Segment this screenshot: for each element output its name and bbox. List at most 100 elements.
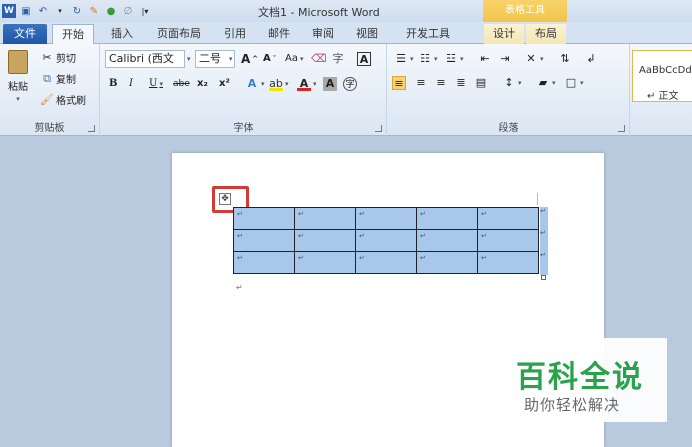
increase-indent-button[interactable]: ⇥ (498, 52, 512, 66)
distributed-button[interactable]: ▤ (474, 76, 488, 90)
undo-icon[interactable]: ↶ (36, 4, 50, 18)
table-cell[interactable]: ↵ (294, 229, 356, 252)
table-cell[interactable]: ↵ (355, 251, 417, 274)
table-row: ↵ ↵ ↵ ↵ ↵ (233, 251, 539, 274)
decrease-indent-button[interactable]: ⇤ (478, 52, 492, 66)
tab-developer[interactable]: 开发工具 (398, 24, 458, 44)
chevron-down-icon[interactable]: ▾ (187, 55, 191, 63)
clear-formatting-button[interactable]: ⌫ (311, 52, 327, 66)
highlight-button[interactable]: ab ▾ (269, 77, 289, 91)
table-cell[interactable]: ↵ (233, 251, 295, 274)
copy-button[interactable]: ⧉ 复制 (40, 71, 76, 87)
chevron-down-icon[interactable]: ▾ (229, 55, 233, 63)
table-cell[interactable]: ↵ (294, 251, 356, 274)
table-cell[interactable]: ↵ (233, 207, 295, 230)
watermark-subtitle: 助你轻松解决 (524, 396, 621, 414)
customize-icon[interactable]: |▾ (138, 4, 152, 18)
tab-file[interactable]: 文件 (3, 24, 47, 44)
subscript-button[interactable]: x₂ (197, 78, 208, 89)
character-border-button[interactable]: A (357, 52, 371, 66)
distributed-icon: ▤ (475, 76, 487, 89)
phonetic-guide-button[interactable]: 字 (331, 52, 345, 66)
tab-home[interactable]: 开始 (52, 24, 94, 44)
format-painter-icon[interactable]: ✎ (87, 4, 101, 18)
scissors-icon: ✂ (42, 50, 52, 64)
redo-icon[interactable]: ↻ (70, 4, 84, 18)
chevron-down-icon: ▾ (552, 79, 556, 87)
chinese-layout-button[interactable]: ✕ ▾ (524, 52, 543, 66)
borders-button[interactable]: □ ▾ (564, 76, 584, 90)
superscript-button[interactable]: x² (219, 78, 230, 89)
dialog-launcher-icon[interactable] (618, 125, 625, 132)
italic-button[interactable]: I (129, 78, 133, 89)
chevron-down-icon: ▾ (580, 79, 584, 87)
enclose-characters-button[interactable]: 字 (343, 77, 357, 91)
text-effects-button[interactable]: A ▾ (245, 77, 265, 91)
font-name-select[interactable]: Calibri (西文 (105, 50, 185, 68)
align-center-button[interactable]: ≡ (414, 76, 428, 90)
grow-font-button[interactable]: A ^ (241, 52, 258, 66)
tab-design[interactable]: 设计 (484, 24, 524, 44)
spell-icon[interactable]: ● (104, 4, 118, 18)
document-table[interactable]: ↵ ↵ ↵ ↵ ↵ ↵ ↵ ↵ ↵ ↵ ↵ ↵ ↵ ↵ ↵ (233, 207, 539, 274)
save-icon[interactable]: ▣ (19, 4, 33, 18)
highlighter-icon: ab (269, 77, 283, 91)
word-logo-icon[interactable]: W (2, 4, 16, 18)
align-right-button[interactable]: ≡ (434, 76, 448, 90)
tab-mailings[interactable]: 邮件 (262, 24, 296, 44)
paragraph-group-label: 段落 (498, 123, 519, 134)
cut-button[interactable]: ✂ 剪切 (40, 50, 76, 66)
shading-button[interactable]: ▰ ▾ (536, 76, 556, 90)
multilevel-list-button[interactable]: ☳ ▾ (444, 52, 463, 66)
align-left-button[interactable]: ≡ (392, 76, 406, 90)
tab-view[interactable]: 视图 (350, 24, 384, 44)
justify-button[interactable]: ≣ (454, 76, 468, 90)
sort-button[interactable]: ⇅ (558, 52, 572, 66)
brush-icon: 🖌 (40, 92, 54, 106)
strikethrough-button[interactable]: abe (173, 79, 190, 89)
underline-button[interactable]: U ▾ (149, 78, 163, 89)
align-right-icon: ≡ (436, 76, 446, 89)
table-cell[interactable]: ↵ (477, 229, 539, 252)
erase-icon[interactable]: ∅ (121, 4, 135, 18)
change-case-button[interactable]: Aa ▾ (285, 53, 303, 64)
chevron-down-icon[interactable]: ▾ (53, 4, 67, 18)
tab-review[interactable]: 审阅 (306, 24, 340, 44)
shrink-font-button[interactable]: Aˇ (263, 53, 276, 64)
character-shading-button[interactable]: A (323, 77, 337, 91)
clipboard-group-label: 剪贴板 (34, 123, 65, 134)
table-cell[interactable]: ↵ (477, 207, 539, 230)
bullets-button[interactable]: ☰ ▾ (394, 52, 413, 66)
style-name-label: ↵ 正文 (647, 91, 679, 102)
show-marks-button[interactable]: ↲ (584, 52, 598, 66)
table-cell[interactable]: ↵ (233, 229, 295, 252)
format-painter-button[interactable]: 🖌 格式刷 (40, 92, 86, 108)
tab-references[interactable]: 引用 (218, 24, 252, 44)
table-resize-handle[interactable] (541, 275, 546, 280)
table-cell[interactable]: ↵ (477, 251, 539, 274)
dialog-launcher-icon[interactable] (88, 125, 95, 132)
paste-button[interactable]: 粘贴 ▾ (4, 50, 32, 103)
table-cell[interactable]: ↵ (355, 207, 417, 230)
quick-access-toolbar: W ▣ ↶ ▾ ↻ ✎ ● ∅ |▾ (2, 2, 152, 20)
table-cell[interactable]: ↵ (416, 207, 478, 230)
tab-layout[interactable]: 布局 (526, 24, 566, 44)
window-title: 文档1 - Microsoft Word (258, 6, 380, 19)
row-end-marks: ↵ ↵ ↵ (540, 207, 548, 275)
style-normal[interactable]: AaBbCcDd ↵ 正文 (632, 50, 692, 102)
bold-button[interactable]: B (109, 78, 117, 89)
numbering-button[interactable]: ☷ ▾ (418, 52, 437, 66)
font-color-button[interactable]: A ▾ (297, 77, 317, 91)
tab-insert[interactable]: 插入 (104, 24, 140, 44)
table-cell[interactable]: ↵ (355, 229, 417, 252)
row-end-mark: ↵ (540, 207, 546, 215)
dialog-launcher-icon[interactable] (375, 125, 382, 132)
increase-indent-icon: ⇥ (500, 52, 510, 65)
line-spacing-button[interactable]: ↕ ▾ (502, 76, 521, 90)
tab-page-layout[interactable]: 页面布局 (150, 24, 208, 44)
table-cell[interactable]: ↵ (416, 229, 478, 252)
table-cell[interactable]: ↵ (416, 251, 478, 274)
char-shading-icon: A (323, 77, 337, 91)
table-tools-header: 表格工具 (483, 0, 567, 22)
table-cell[interactable]: ↵ (294, 207, 356, 230)
